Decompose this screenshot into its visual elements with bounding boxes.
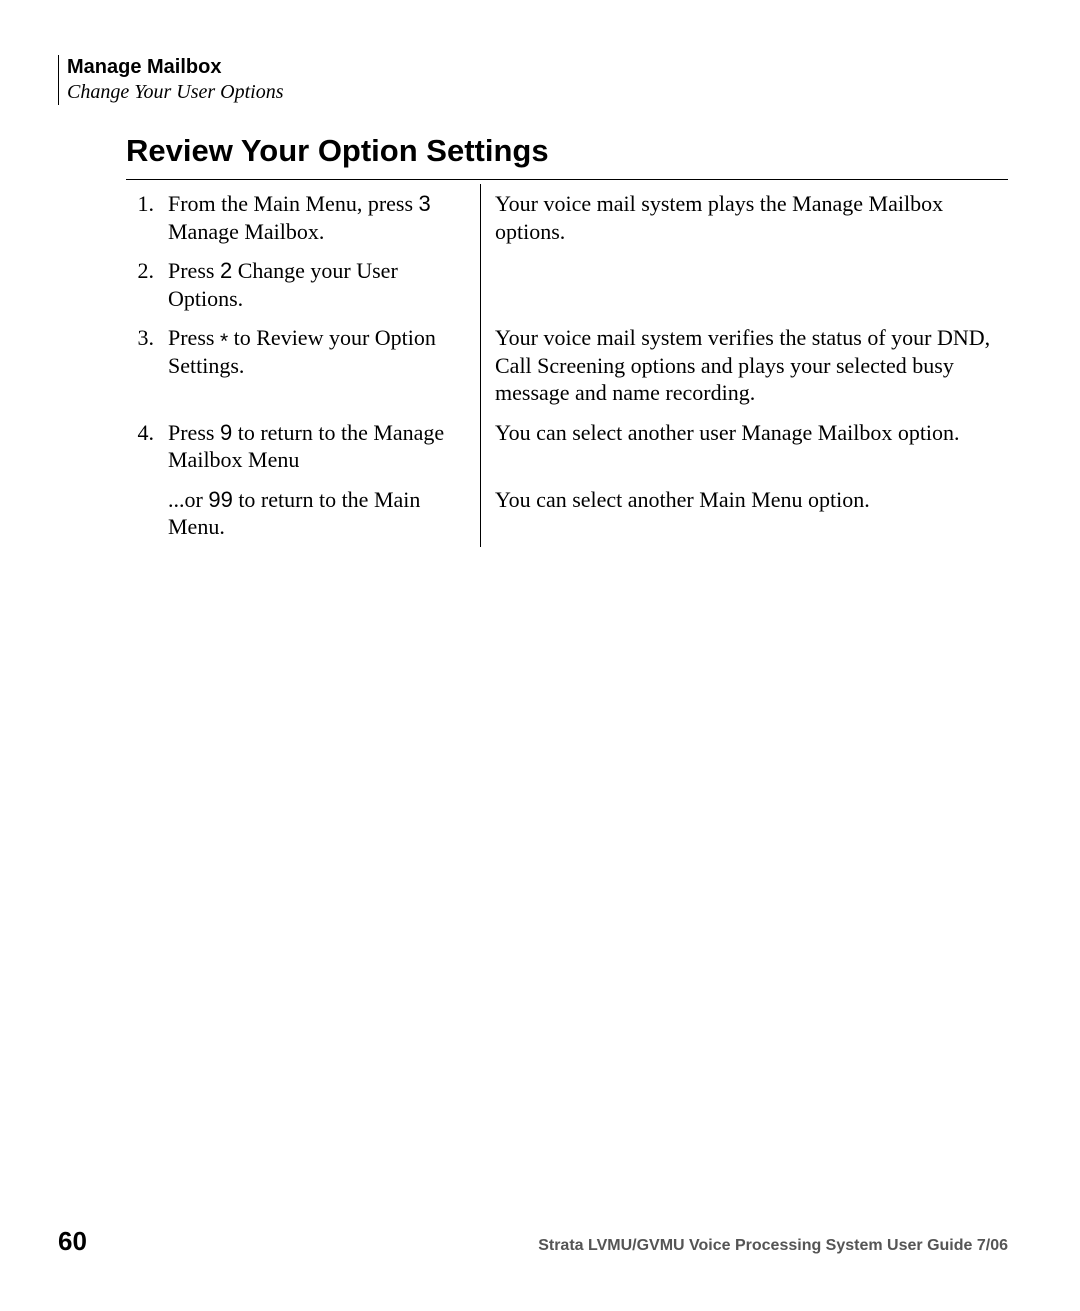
page-number: 60 <box>58 1226 87 1257</box>
step-number: 3. <box>126 324 168 407</box>
header-title: Manage Mailbox <box>67 55 1008 79</box>
step-number: 1. <box>126 190 168 245</box>
page-footer: 60 Strata LVMU/GVMU Voice Processing Sys… <box>58 1226 1008 1257</box>
text: Press <box>168 258 220 283</box>
step-row: 3. Press * to Review your Option Setting… <box>126 318 1008 413</box>
divider <box>126 179 1008 180</box>
step-instruction: Press 2 Change your User Options. <box>168 257 456 312</box>
key-digit: 99 <box>208 487 232 512</box>
step-instruction: Press * to Review your Option Settings. <box>168 324 456 407</box>
step-row: 2. Press 2 Change your User Options. <box>126 251 1008 318</box>
text: From the Main Menu, press <box>168 191 419 216</box>
step-result: You can select another Main Menu option. <box>495 486 1008 514</box>
text: Manage Mailbox. <box>168 219 324 244</box>
step-number: 4. <box>126 419 168 474</box>
step-row: 1. From the Main Menu, press 3 Manage Ma… <box>126 184 1008 251</box>
step-instruction: From the Main Menu, press 3 Manage Mailb… <box>168 190 456 245</box>
step-instruction: Press 9 to return to the Manage Mailbox … <box>168 419 456 474</box>
header-subtitle: Change Your User Options <box>67 79 1008 105</box>
key-digit: 3 <box>419 191 431 216</box>
step-result: Your voice mail system verifies the stat… <box>495 324 1008 407</box>
document-page: Manage Mailbox Change Your User Options … <box>0 0 1080 1311</box>
text: Press <box>168 325 220 350</box>
step-result: Your voice mail system plays the Manage … <box>495 190 1008 245</box>
key-star: * <box>220 330 228 353</box>
footer-text: Strata LVMU/GVMU Voice Processing System… <box>538 1237 1008 1255</box>
steps-table: 1. From the Main Menu, press 3 Manage Ma… <box>126 184 1008 547</box>
step-instruction: ...or 99 to return to the Main Menu. <box>168 486 456 541</box>
running-header: Manage Mailbox Change Your User Options <box>58 55 1008 105</box>
section-heading: Review Your Option Settings <box>126 133 1008 169</box>
step-number: 2. <box>126 257 168 312</box>
step-result: You can select another user Manage Mailb… <box>495 419 1008 447</box>
step-row: 4. Press 9 to return to the Manage Mailb… <box>126 413 1008 480</box>
key-digit: 9 <box>220 420 232 445</box>
text: ...or <box>168 487 208 512</box>
key-digit: 2 <box>220 258 232 283</box>
text: Press <box>168 420 220 445</box>
step-row: . ...or 99 to return to the Main Menu. Y… <box>126 480 1008 547</box>
